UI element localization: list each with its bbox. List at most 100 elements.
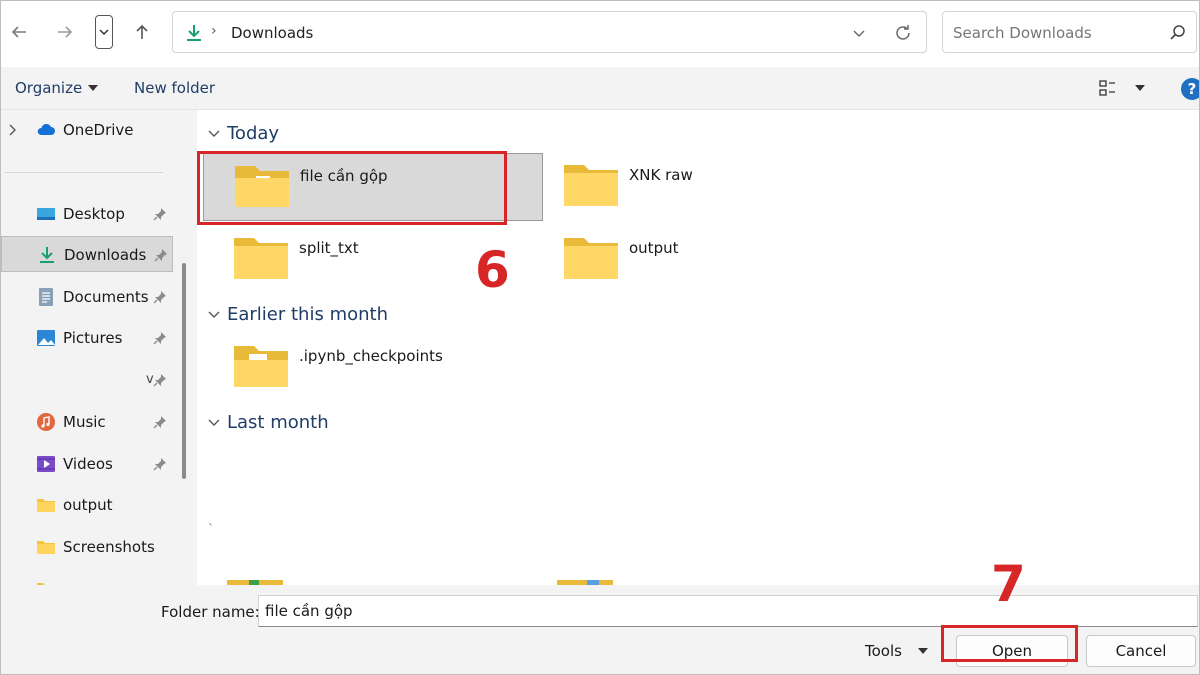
- sidebar-item-music[interactable]: Music: [1, 404, 173, 440]
- breadcrumb-downloads[interactable]: Downloads: [231, 24, 313, 42]
- folder-icon: [37, 499, 55, 512]
- new-folder-button[interactable]: New folder: [134, 79, 215, 97]
- tools-menu[interactable]: Tools: [865, 642, 928, 660]
- organize-menu[interactable]: Organize: [15, 79, 99, 97]
- folder-icon: [234, 238, 288, 279]
- arrow-up-icon: [136, 24, 148, 39]
- folder-name-input[interactable]: [258, 595, 1198, 627]
- folder-icon: [564, 165, 618, 206]
- annotation-step-7: 7: [991, 555, 1026, 613]
- folder-name: split_txt: [299, 239, 359, 257]
- new-folder-label: New folder: [134, 79, 216, 97]
- folder-item-file-can-gop[interactable]: file cần gộp: [203, 153, 543, 221]
- change-view-button[interactable]: [1099, 79, 1145, 97]
- chevron-down-icon[interactable]: [851, 25, 867, 41]
- group-header-today[interactable]: Today: [207, 123, 279, 144]
- sidebar-item-output[interactable]: output: [1, 487, 173, 523]
- download-icon: [40, 247, 54, 263]
- folder-name: .ipynb_checkpoints: [299, 347, 443, 365]
- organize-label: Organize: [15, 79, 83, 97]
- chevron-down-icon: [99, 29, 109, 36]
- tools-label: Tools: [865, 642, 902, 660]
- sidebar-item-label: OneDrive: [63, 121, 134, 139]
- sidebar-item-onedrive[interactable]: OneDrive: [1, 112, 173, 148]
- sidebar-divider: [5, 172, 163, 173]
- folder-item-ipynb-checkpoints[interactable]: .ipynb_checkpoints: [203, 334, 543, 402]
- caret-down-icon: [917, 648, 928, 654]
- sidebar-scrollbar[interactable]: [182, 263, 186, 479]
- command-bar: Organize New folder: [1, 67, 1199, 110]
- cloud-icon: [37, 123, 55, 135]
- sidebar-item-label: output: [63, 496, 113, 514]
- folder-item-output[interactable]: output: [533, 226, 873, 294]
- stray-mark: `: [208, 522, 214, 536]
- folder-name-label: Folder name:: [161, 603, 260, 621]
- folder-icon: [564, 238, 618, 279]
- help-button[interactable]: ?: [1181, 78, 1199, 100]
- pin-icon: [154, 249, 167, 262]
- file-open-dialog: › Downloads Organize New folder ? OneDri: [0, 0, 1200, 675]
- document-icon: [39, 288, 53, 306]
- caret-down-icon: [1135, 85, 1145, 91]
- partial-file-icon[interactable]: [227, 578, 283, 585]
- group-header-label: Today: [227, 123, 280, 144]
- sidebar-item-label: Downloads: [64, 246, 147, 264]
- sidebar-item-documents[interactable]: Documents: [1, 279, 173, 315]
- arrow-left-icon: [11, 26, 26, 38]
- pin-icon: [153, 374, 166, 387]
- recent-locations-button[interactable]: [95, 15, 113, 49]
- breadcrumb-separator: ›: [211, 23, 217, 39]
- partial-file-icon[interactable]: [557, 578, 613, 585]
- annotation-step-6: 6: [475, 241, 510, 299]
- search-input[interactable]: [953, 22, 1158, 44]
- forward-button[interactable]: [50, 15, 80, 49]
- pin-icon: [153, 208, 166, 221]
- sidebar-item-pictures[interactable]: Pictures: [1, 320, 173, 356]
- folder-name: XNK raw: [629, 166, 693, 184]
- sidebar-item-screenshots[interactable]: Screenshots: [1, 529, 173, 565]
- desktop-icon: [37, 208, 55, 220]
- picture-icon: [37, 330, 55, 346]
- chevron-right-icon[interactable]: [7, 123, 19, 137]
- address-bar[interactable]: › Downloads: [172, 11, 927, 53]
- search-icon[interactable]: [1169, 24, 1187, 42]
- caret-down-icon: [88, 85, 99, 91]
- chevron-down-icon: [208, 419, 220, 426]
- back-button[interactable]: [4, 15, 34, 49]
- file-list: Today file cần gộp XNK raw split_txt out…: [197, 110, 1199, 585]
- sidebar-item-label: Music: [63, 413, 106, 431]
- sidebar-item-truncated[interactable]: v: [1, 362, 173, 398]
- sidebar-item-videos[interactable]: Videos: [1, 446, 173, 482]
- folder-icon: [37, 541, 55, 554]
- sidebar-item-partial[interactable]: [1, 571, 173, 585]
- music-icon: [37, 413, 55, 431]
- refresh-icon[interactable]: [893, 23, 913, 43]
- group-header-last-month[interactable]: Last month: [207, 412, 329, 433]
- folder-icon: [234, 346, 288, 387]
- cancel-button[interactable]: Cancel: [1086, 635, 1196, 667]
- up-button[interactable]: [127, 15, 157, 49]
- download-icon: [187, 25, 201, 41]
- sidebar-item-label: Pictures: [63, 329, 123, 347]
- folder-icon: [235, 166, 289, 207]
- chevron-down-icon: [208, 311, 220, 318]
- open-button[interactable]: Open: [956, 635, 1068, 667]
- pin-icon: [153, 291, 166, 304]
- sidebar-item-label: Documents: [63, 288, 149, 306]
- group-header-label: Earlier this month: [227, 304, 388, 325]
- group-header-earlier-this-month[interactable]: Earlier this month: [207, 304, 388, 325]
- sidebar-item-label: Screenshots: [63, 538, 155, 556]
- search-box[interactable]: [942, 11, 1197, 53]
- sidebar-item-desktop[interactable]: Desktop: [1, 196, 173, 232]
- folder-item-xnk-raw[interactable]: XNK raw: [533, 153, 873, 221]
- folder-name: file cần gộp: [300, 167, 388, 185]
- sidebar-item-label: Videos: [63, 455, 113, 473]
- navigation-pane: OneDrive Desktop Downloads Documents Pic…: [1, 110, 187, 585]
- pin-icon: [153, 416, 166, 429]
- sidebar-item-downloads[interactable]: Downloads: [1, 236, 173, 272]
- group-header-label: Last month: [227, 412, 329, 433]
- pin-icon: [153, 332, 166, 345]
- arrow-right-icon: [58, 26, 73, 38]
- sidebar-item-label: Desktop: [63, 205, 125, 223]
- folder-name: output: [629, 239, 679, 257]
